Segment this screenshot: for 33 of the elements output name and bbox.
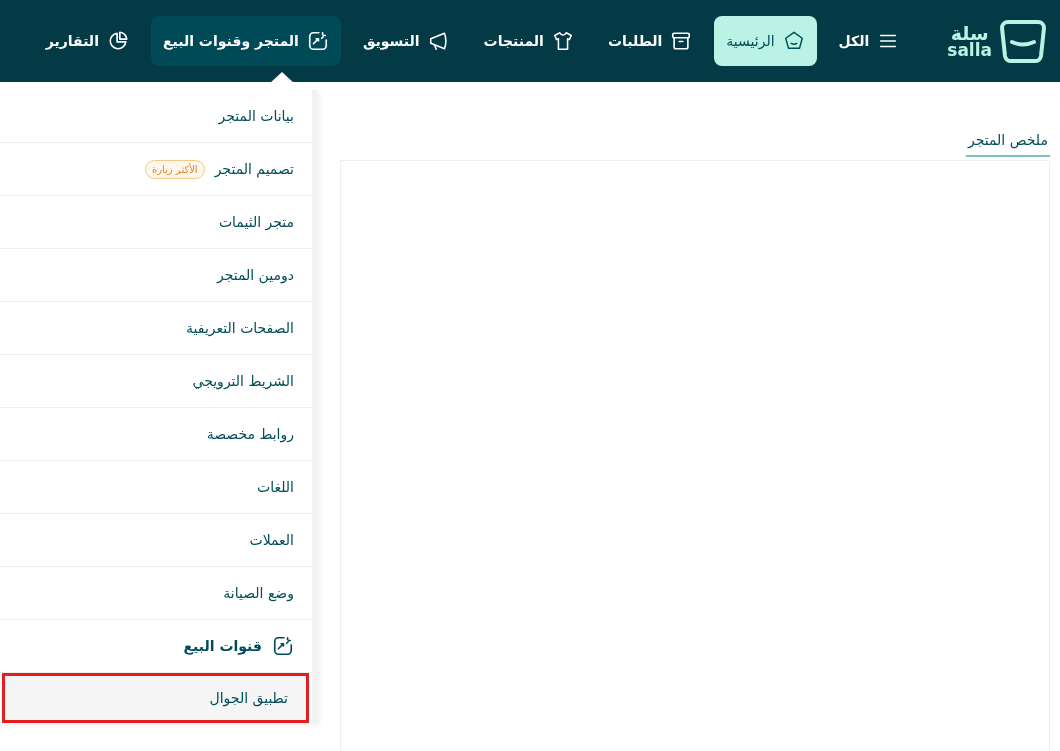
popular-badge: الأكثر زيارة	[144, 159, 205, 179]
menu-item[interactable]: اللغات	[0, 461, 312, 514]
megaphone-icon	[427, 30, 450, 52]
nav-tab[interactable]: التسويق	[350, 16, 462, 66]
tab[interactable]: ملخص المتجر	[966, 132, 1050, 157]
menu-item[interactable]: دومين المتجر	[0, 249, 312, 302]
nav-tab[interactable]: المنتجات	[471, 16, 586, 66]
nav-tab[interactable]: الرئيسية	[714, 16, 817, 66]
nav-tab[interactable]: الطلبات	[595, 16, 705, 66]
menu-item[interactable]: تطبيق الجوال	[2, 673, 309, 723]
section-title: قنوات البيع	[183, 638, 262, 654]
menu-item[interactable]: روابط مخصصة	[0, 408, 312, 461]
menu-pointer	[269, 72, 295, 84]
pie-chart-icon	[106, 30, 129, 52]
menu-item[interactable]: العملات	[0, 514, 312, 567]
menu-item[interactable]: بيانات المتجر	[0, 90, 312, 143]
menu-item[interactable]: الصفحات التعريفية	[0, 302, 312, 355]
chart-arrow-icon	[272, 635, 294, 657]
home-icon	[782, 30, 805, 52]
nav-tab[interactable]: المتجر وقنوات البيع	[150, 16, 341, 66]
logo-text: سلة	[950, 23, 989, 42]
menu-item[interactable]: الشريط الترويجي	[0, 355, 312, 408]
menu-item[interactable]: وضع الصيانة	[0, 567, 312, 620]
menu-item-label: تصميم المتجر	[214, 161, 294, 177]
box-icon	[670, 30, 693, 52]
nav-tab[interactable]: التقارير	[33, 16, 141, 66]
menu-item[interactable]: متجر الثيمات	[0, 196, 312, 249]
logo-text: salla	[947, 41, 992, 59]
menu-item[interactable]: تصميم المتجر الأكثر زيارة	[0, 143, 312, 196]
chart-arrow-icon	[306, 30, 329, 52]
nav-tab[interactable]: الكل	[826, 16, 912, 66]
shirt-icon	[551, 30, 574, 52]
logo-bag-icon	[998, 18, 1048, 64]
